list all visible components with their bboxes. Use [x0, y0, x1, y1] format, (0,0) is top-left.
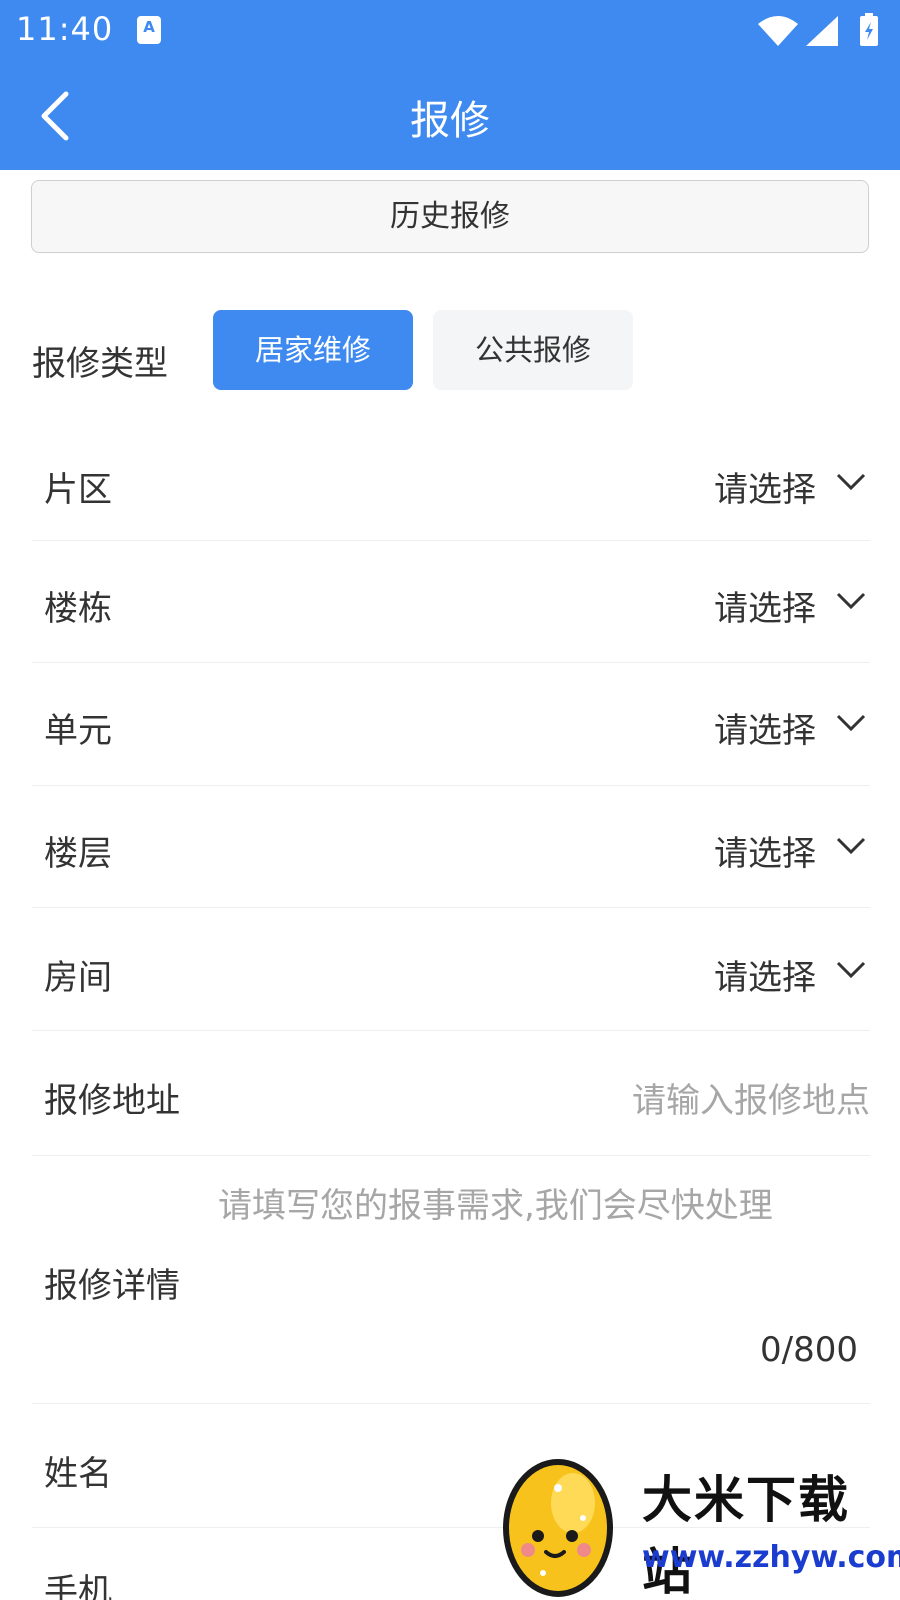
- watermark-url: www.zzhyw.com: [642, 1540, 900, 1575]
- chevron-down-icon: [836, 714, 866, 732]
- building-label: 楼栋: [44, 589, 112, 629]
- district-value: 请选择: [714, 470, 816, 510]
- rice-mascot-logo-icon: [503, 1459, 613, 1597]
- watermark-title: 大米下载站: [642, 1471, 850, 1600]
- chevron-down-icon: [836, 837, 866, 855]
- address-row: 报修地址 请输入报修地点: [32, 1031, 870, 1156]
- floor-label: 楼层: [44, 834, 112, 874]
- room-label: 房间: [44, 958, 112, 998]
- battery-icon: [860, 13, 878, 46]
- status-bar: 11:40 A: [0, 0, 900, 62]
- watermark: 大米下载站 www.zzhyw.com: [490, 1440, 900, 1600]
- home-repair-option[interactable]: 居家维修: [213, 310, 413, 390]
- notification-a-icon: A: [137, 16, 161, 44]
- district-select-row[interactable]: 片区 请选择: [32, 418, 870, 541]
- status-icons: [758, 13, 878, 46]
- address-input[interactable]: 请输入报修地点: [632, 1073, 870, 1122]
- district-label: 片区: [44, 470, 112, 510]
- chevron-down-icon: [836, 592, 866, 610]
- room-select-row[interactable]: 房间 请选择: [32, 908, 870, 1031]
- public-repair-option[interactable]: 公共报修: [433, 310, 633, 390]
- detail-label: 报修详情: [44, 1266, 180, 1306]
- history-repair-button[interactable]: 历史报修: [31, 180, 869, 253]
- phone-label: 手机: [44, 1572, 112, 1600]
- app-bar: 报修: [0, 62, 900, 170]
- signal-icon: [806, 16, 838, 46]
- building-value: 请选择: [714, 589, 816, 629]
- unit-value: 请选择: [714, 711, 816, 751]
- building-select-row[interactable]: 楼栋 请选择: [32, 541, 870, 663]
- address-label: 报修地址: [44, 1081, 180, 1121]
- page-title: 报修: [410, 98, 490, 144]
- floor-value: 请选择: [714, 834, 816, 874]
- repair-type-label: 报修类型: [32, 344, 168, 384]
- unit-select-row[interactable]: 单元 请选择: [32, 663, 870, 786]
- name-label: 姓名: [44, 1454, 112, 1494]
- floor-select-row[interactable]: 楼层 请选择: [32, 786, 870, 908]
- unit-label: 单元: [44, 711, 112, 751]
- detail-textarea[interactable]: 请填写您的报事需求,我们会尽快处理: [218, 1178, 773, 1227]
- chevron-down-icon: [836, 961, 866, 979]
- detail-char-counter: 0/800: [760, 1330, 858, 1370]
- room-value: 请选择: [714, 958, 816, 998]
- chevron-down-icon: [836, 473, 866, 491]
- wifi-icon: [758, 16, 798, 46]
- status-time: 11:40: [16, 10, 114, 48]
